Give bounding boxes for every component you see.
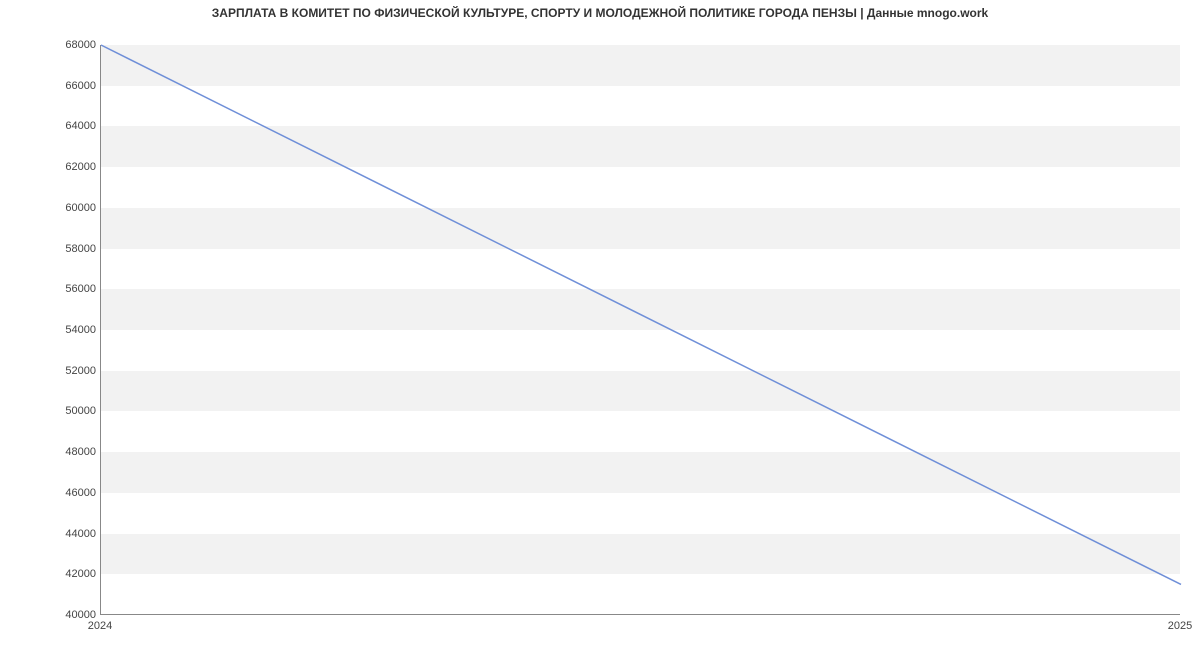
y-tick-label: 56000	[58, 283, 96, 295]
y-tick-label: 64000	[58, 120, 96, 132]
y-tick-label: 68000	[58, 39, 96, 51]
y-tick-label: 46000	[58, 487, 96, 499]
x-tick-label: 2025	[1168, 620, 1192, 632]
y-tick-label: 54000	[58, 324, 96, 336]
line-series	[101, 45, 1180, 614]
y-tick-label: 62000	[58, 161, 96, 173]
plot-area	[100, 45, 1180, 615]
y-tick-label: 44000	[58, 528, 96, 540]
x-tick-label: 2024	[88, 620, 112, 632]
data-line	[101, 45, 1181, 584]
y-tick-label: 52000	[58, 365, 96, 377]
chart-title: ЗАРПЛАТА В КОМИТЕТ ПО ФИЗИЧЕСКОЙ КУЛЬТУР…	[0, 6, 1200, 20]
y-tick-label: 60000	[58, 202, 96, 214]
y-tick-label: 50000	[58, 405, 96, 417]
chart-container: ЗАРПЛАТА В КОМИТЕТ ПО ФИЗИЧЕСКОЙ КУЛЬТУР…	[0, 0, 1200, 650]
y-tick-label: 42000	[58, 568, 96, 580]
y-tick-label: 48000	[58, 446, 96, 458]
y-tick-label: 66000	[58, 80, 96, 92]
y-tick-label: 58000	[58, 243, 96, 255]
